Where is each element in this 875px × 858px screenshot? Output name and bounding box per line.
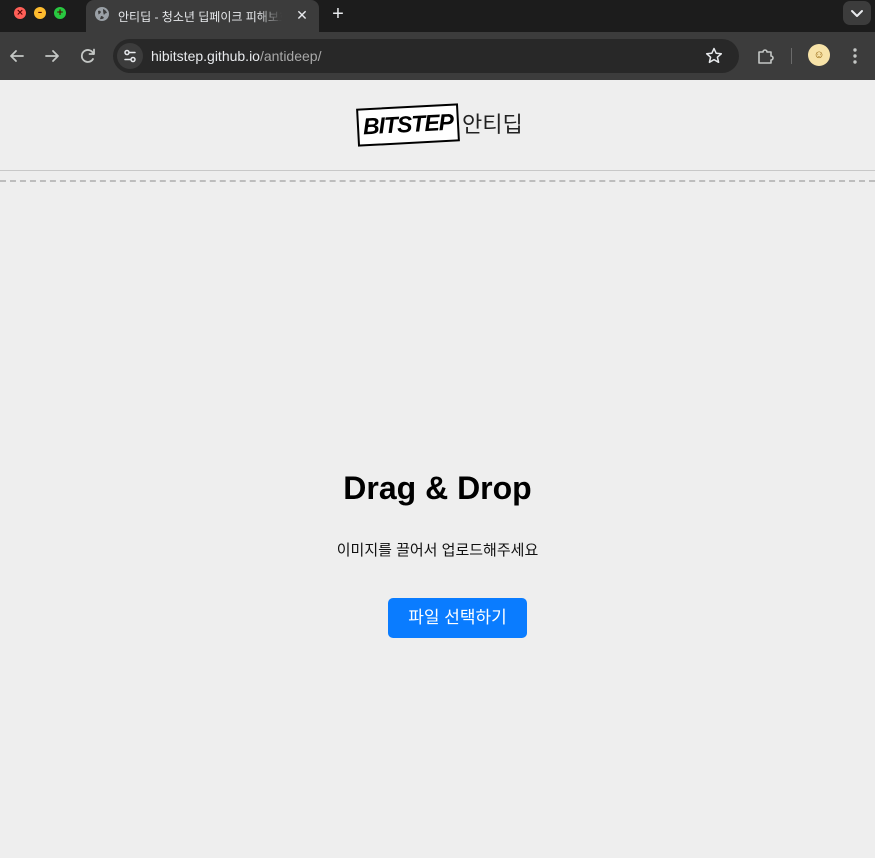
drop-zone-subtitle: 이미지를 끌어서 업로드해주세요 <box>336 542 539 559</box>
browser-tab-strip: × – + 안티딥 - 청소년 딥페이크 피해보호 ✕ + <box>0 0 875 32</box>
reload-button[interactable] <box>76 44 100 68</box>
reload-icon <box>80 48 95 63</box>
window-minimize-button[interactable]: – <box>34 7 46 19</box>
bookmark-button[interactable] <box>703 45 725 67</box>
browser-tab[interactable]: 안티딥 - 청소년 딥페이크 피해보호 ✕ <box>86 0 319 32</box>
drop-zone[interactable]: Drag & Drop 이미지를 끌어서 업로드해주세요 파일 선택하기 <box>0 182 875 858</box>
logo-text: BITSTEP <box>362 108 454 140</box>
bitstep-logo: BITSTEP <box>356 103 460 147</box>
puzzle-icon <box>758 49 774 64</box>
url-host: hibitstep.github.io <box>151 48 260 64</box>
site-name: 안티딥 <box>462 112 523 137</box>
window-maximize-button[interactable]: + <box>54 7 66 19</box>
tab-list-button[interactable] <box>843 1 871 25</box>
forward-button[interactable] <box>40 44 64 68</box>
star-icon <box>705 47 723 64</box>
url-text[interactable]: hibitstep.github.io/antideep/ <box>151 48 321 64</box>
globe-icon <box>95 7 109 21</box>
site-info-button[interactable] <box>117 43 143 69</box>
browser-menu-button[interactable] <box>845 44 865 68</box>
extensions-button[interactable] <box>754 44 778 68</box>
drop-zone-title: Drag & Drop <box>343 470 532 506</box>
select-file-button[interactable]: 파일 선택하기 <box>388 598 527 638</box>
window-close-button[interactable]: × <box>14 7 26 19</box>
toolbar-divider <box>791 48 792 64</box>
new-tab-button[interactable]: + <box>328 4 348 24</box>
chevron-down-icon <box>851 10 863 17</box>
url-path: /antideep/ <box>259 48 322 64</box>
profile-button[interactable]: ☺ <box>808 44 830 66</box>
site-header: BITSTEP 안티딥 <box>0 80 875 171</box>
back-button[interactable] <box>5 44 29 68</box>
tune-icon <box>124 49 136 63</box>
arrow-right-icon <box>45 50 59 62</box>
kebab-icon <box>853 48 857 64</box>
avatar-icon: ☺ <box>813 49 825 61</box>
arrow-left-icon <box>10 50 24 62</box>
browser-toolbar: hibitstep.github.io/antideep/ ☺ <box>0 32 875 80</box>
tab-close-button[interactable]: ✕ <box>293 6 311 24</box>
address-bar[interactable]: hibitstep.github.io/antideep/ <box>113 39 739 73</box>
tab-title: 안티딥 - 청소년 딥페이크 피해보호 <box>118 10 282 24</box>
